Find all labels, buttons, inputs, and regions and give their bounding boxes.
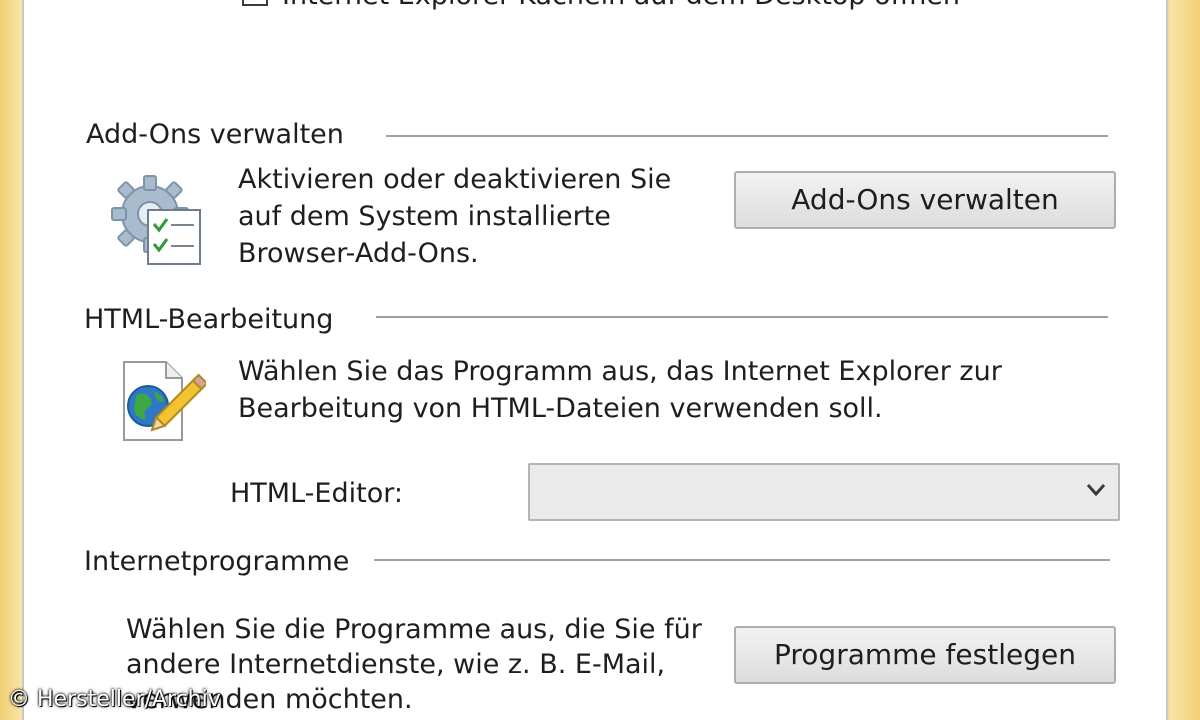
addons-section-heading: Add-Ons verwalten	[86, 119, 344, 150]
window-frame-right	[1170, 0, 1200, 720]
html-editing-section-heading: HTML-Bearbeitung	[84, 304, 334, 335]
html-editor-dropdown[interactable]	[528, 463, 1120, 521]
chevron-down-icon	[1086, 484, 1106, 497]
checkmark-icon	[252, 0, 254, 1]
addons-description-line-3: Browser-Add-Ons.	[238, 238, 479, 269]
addons-section-divider	[386, 135, 1108, 137]
internet-programs-description-line-1: Wählen Sie die Programme aus, die Sie fü…	[126, 614, 702, 645]
open-tiles-on-desktop-checkbox[interactable]	[242, 0, 268, 6]
html-editor-label: HTML-Editor:	[230, 478, 403, 509]
gear-checklist-icon	[108, 170, 208, 270]
internet-options-programs-panel: Internet Explorer-Kacheln auf dem Deskto…	[22, 0, 1168, 720]
addons-description-line-2: auf dem System installierte	[238, 201, 611, 232]
html-editing-section-divider	[376, 316, 1108, 318]
internet-programs-section-heading: Internetprogramme	[84, 546, 350, 577]
internet-programs-section-divider	[374, 559, 1110, 561]
addons-description-line-1: Aktivieren oder deaktivieren Sie	[238, 164, 672, 195]
manage-addons-button[interactable]: Add-Ons verwalten	[734, 171, 1116, 229]
window-frame-left	[0, 0, 22, 720]
open-tiles-on-desktop-label: Internet Explorer-Kacheln auf dem Deskto…	[282, 0, 960, 14]
html-document-edit-icon	[116, 356, 209, 446]
html-editing-description-line-1: Wählen Sie das Programm aus, das Interne…	[238, 356, 1002, 387]
set-programs-button[interactable]: Programme festlegen	[734, 626, 1116, 684]
internet-programs-description-line-2: andere Internetdienste, wie z. B. E-Mail…	[126, 649, 666, 680]
html-editing-description-line-2: Bearbeitung von HTML-Dateien verwenden s…	[238, 393, 883, 424]
copyright-watermark: © Hersteller/Archiv	[8, 687, 221, 712]
